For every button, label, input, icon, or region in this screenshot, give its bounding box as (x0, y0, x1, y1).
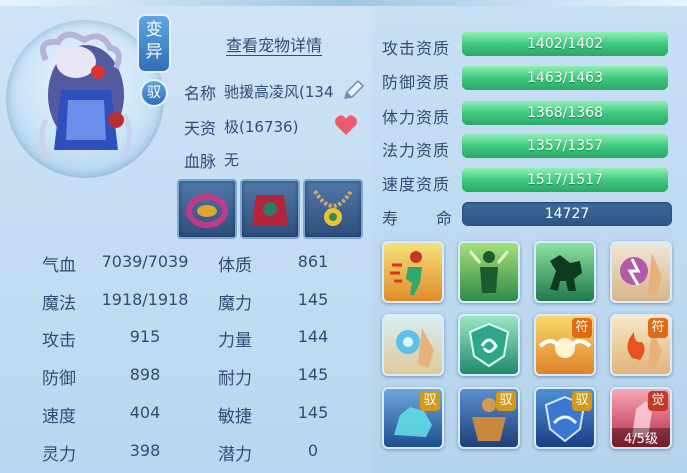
variant-tag: 变异 (137, 14, 171, 73)
spirit-value: 398 (129, 441, 161, 460)
potential-label: 潜力 (218, 445, 252, 465)
constitution-label: 体质 (218, 256, 252, 276)
edit-name-icon[interactable] (340, 78, 366, 104)
defense-aptitude-label: 防御资质 (382, 73, 451, 92)
skill-runner-icon[interactable] (382, 241, 444, 303)
magic-value: 145 (297, 290, 329, 309)
awaken-badge: 觉 (648, 391, 668, 411)
attack-aptitude-label: 攻击资质 (382, 39, 451, 58)
hp-label: 气血 (42, 256, 76, 276)
tame-skill-badge: 驭 (572, 391, 592, 411)
stamina-aptitude-value: 1368/1368 (527, 105, 603, 121)
life-label-2: 命 (436, 209, 454, 228)
skill-awaken-icon[interactable]: 觉 4/5级 (610, 387, 672, 449)
magic-aptitude-value: 1357/1357 (527, 138, 603, 154)
magic-label: 魔力 (218, 294, 252, 314)
life-label-1: 寿 (382, 209, 400, 228)
skill-hand-fire-icon[interactable]: 符 (610, 314, 672, 376)
strength-value: 144 (297, 327, 329, 346)
life-value: 14727 (462, 202, 672, 226)
skill-shield-icon[interactable]: 驭 (534, 387, 596, 449)
agility-value: 145 (297, 403, 329, 422)
speed-aptitude-bar: 1517/1517 (462, 168, 668, 192)
speed-aptitude-value: 1517/1517 (527, 172, 603, 188)
skill-wolf-icon[interactable]: 驭 (382, 387, 444, 449)
potential-value: 0 (307, 441, 319, 460)
hp-value: 7039/7039 (101, 252, 189, 271)
tame-badge: 驭 (140, 79, 168, 107)
stamina-aptitude-bar: 1368/1368 (462, 101, 668, 125)
equip-necklace-icon[interactable] (303, 179, 363, 239)
magic-aptitude-label: 法力资质 (382, 141, 451, 160)
skill-horse-icon[interactable] (534, 241, 596, 303)
mp-value: 1918/1918 (101, 290, 189, 309)
name-label: 名称 (184, 84, 217, 103)
heart-icon[interactable] (334, 114, 358, 136)
constitution-value: 861 (297, 252, 329, 271)
stamina-aptitude-label: 体力资质 (382, 108, 451, 127)
defense-value: 898 (129, 365, 161, 384)
bloodline-value: 无 (224, 151, 240, 169)
mp-label: 魔法 (42, 294, 76, 314)
defense-aptitude-bar: 1463/1463 (462, 66, 668, 90)
tame-skill-badge: 驭 (496, 391, 516, 411)
skill-winged-target-icon[interactable]: 符 (534, 314, 596, 376)
bloodline-label: 血脉 (184, 152, 217, 171)
speed-label: 速度 (42, 407, 76, 427)
attack-label: 攻击 (42, 331, 76, 351)
talisman-badge: 符 (648, 318, 668, 338)
defense-label: 防御 (42, 369, 76, 389)
skill-shadow-figure-icon[interactable] (458, 241, 520, 303)
magic-aptitude-bar: 1357/1357 (462, 134, 668, 158)
aptitude-label: 天资 (184, 119, 217, 138)
talisman-badge: 符 (572, 318, 592, 338)
skill-hand-lightning-icon[interactable] (610, 241, 672, 303)
top-frame (0, 0, 687, 6)
strength-label: 力量 (218, 331, 252, 351)
attack-value: 915 (129, 327, 161, 346)
aptitude-value: 极(16736) (224, 118, 299, 136)
attack-aptitude-bar: 1402/1402 (462, 32, 668, 56)
skill-level-label: 4/5级 (612, 428, 670, 447)
skill-shield-swirl-icon[interactable] (458, 314, 520, 376)
speed-value: 404 (129, 403, 161, 422)
skill-hand-orb-icon[interactable] (382, 314, 444, 376)
agility-label: 敏捷 (218, 407, 252, 427)
tame-skill-badge: 驭 (420, 391, 440, 411)
pet-name: 驰援高凌风(134 (224, 83, 334, 101)
defense-aptitude-value: 1463/1463 (527, 70, 603, 86)
equip-armor-icon[interactable] (240, 179, 300, 239)
skill-muscle-icon[interactable]: 驭 (458, 387, 520, 449)
endurance-value: 145 (297, 365, 329, 384)
endurance-label: 耐力 (218, 369, 252, 389)
equip-collar-icon[interactable] (177, 179, 237, 239)
spirit-label: 灵力 (42, 445, 76, 465)
view-pet-details-link[interactable]: 查看宠物详情 (226, 32, 322, 56)
attack-aptitude-value: 1402/1402 (527, 36, 603, 52)
speed-aptitude-label: 速度资质 (382, 175, 451, 194)
